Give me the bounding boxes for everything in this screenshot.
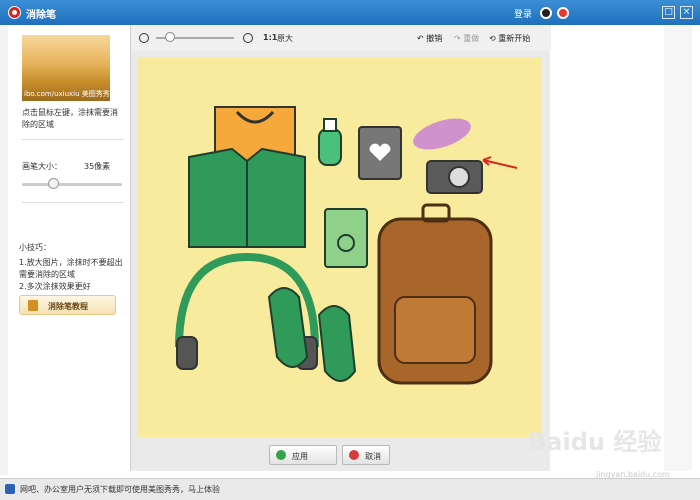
checkmark-icon bbox=[276, 450, 286, 460]
bottle bbox=[318, 128, 342, 166]
zoom-in-icon[interactable] bbox=[243, 33, 253, 43]
tips-title: 小技巧： bbox=[19, 243, 51, 252]
zoom-ratio-button[interactable]: 1:1 bbox=[263, 33, 277, 42]
redo-label: 重做 bbox=[463, 34, 480, 43]
close-button[interactable]: × bbox=[680, 6, 693, 19]
passport bbox=[324, 208, 368, 268]
right-panel bbox=[552, 25, 664, 471]
original-size-label[interactable]: 原大 bbox=[277, 33, 293, 44]
divider bbox=[22, 139, 124, 140]
eraser-blob bbox=[413, 118, 471, 150]
sneaker-right bbox=[317, 305, 357, 382]
tip-item: 2.多次涂抹效果更好 bbox=[19, 282, 91, 291]
apply-button[interactable]: 应用 bbox=[269, 445, 337, 465]
brush-size-slider[interactable] bbox=[22, 183, 122, 186]
editor-toolbar: 1:1 原大 ↶ 撤销 ↷ 重做 ⟲ 重新开始 bbox=[131, 25, 551, 51]
image-canvas[interactable] bbox=[137, 57, 541, 437]
zoom-slider-handle[interactable] bbox=[165, 32, 175, 42]
tutorial-button-label: 消除笔教程 bbox=[48, 302, 88, 311]
undo-button[interactable]: ↶ 撤销 bbox=[417, 33, 442, 44]
left-edge bbox=[0, 25, 8, 475]
tip-item: 1.放大图片，涂抹时不要超出需要消除的区域 bbox=[19, 258, 123, 279]
baidu-watermark-logo: Baidu 经验 bbox=[528, 428, 662, 456]
app-logo-icon bbox=[8, 6, 21, 19]
title-bar: 消除笔 登录 □ × bbox=[0, 0, 700, 25]
eraser-tutorial-button[interactable]: 消除笔教程 bbox=[19, 295, 116, 315]
thumbnail-watermark: ibo.com/uxiuxiu 美图秀秀 bbox=[24, 90, 110, 98]
tips-list: 1.放大图片，涂抹时不要超出需要消除的区域 2.多次涂抹效果更好 bbox=[19, 257, 129, 293]
cancel-icon bbox=[349, 450, 359, 460]
apply-button-label: 应用 bbox=[292, 452, 308, 461]
status-promo-link[interactable]: 网吧、办公室用户无须下载即可使用美图秀秀，马上体验 bbox=[20, 484, 220, 495]
brush-size-label: 画笔大小： bbox=[22, 162, 62, 171]
cancel-button-label: 取消 bbox=[365, 452, 381, 461]
editor-area: 1:1 原大 ↶ 撤销 ↷ 重做 ⟲ 重新开始 应用 取消 bbox=[130, 25, 551, 471]
undo-label: 撤销 bbox=[426, 34, 443, 43]
divider bbox=[22, 202, 124, 203]
weibo-login-icon[interactable] bbox=[557, 7, 569, 19]
qq-login-icon[interactable] bbox=[540, 7, 552, 19]
zoom-out-icon[interactable] bbox=[139, 33, 149, 43]
hint-text: 点击鼠标左键，涂抹需要消除的区域 bbox=[22, 108, 118, 129]
reset-label: 重新开始 bbox=[498, 34, 531, 43]
book-icon bbox=[28, 300, 38, 311]
maximize-button[interactable]: □ bbox=[662, 6, 675, 19]
login-link[interactable]: 登录 bbox=[514, 7, 532, 20]
reset-button[interactable]: ⟲ 重新开始 bbox=[489, 33, 530, 44]
window-title: 消除笔 bbox=[26, 10, 56, 21]
right-edge bbox=[664, 25, 692, 471]
red-arrow-annotation bbox=[482, 156, 518, 169]
left-panel: ibo.com/uxiuxiu 美图秀秀 点击鼠标左键，涂抹需要消除的区域 画笔… bbox=[8, 25, 128, 410]
brush-size-value: 35像素 bbox=[84, 162, 111, 171]
cancel-button[interactable]: 取消 bbox=[342, 445, 390, 465]
preview-thumbnail: ibo.com/uxiuxiu 美图秀秀 bbox=[22, 35, 110, 101]
redo-button[interactable]: ↷ 重做 bbox=[454, 33, 479, 44]
travel-items-illustration bbox=[175, 106, 493, 385]
brush-size-slider-handle[interactable] bbox=[48, 178, 59, 189]
status-bar: 网吧、办公室用户无须下载即可使用美图秀秀，马上体验 bbox=[0, 478, 700, 500]
speaker-icon bbox=[5, 484, 15, 494]
sneaker-left bbox=[267, 287, 309, 368]
